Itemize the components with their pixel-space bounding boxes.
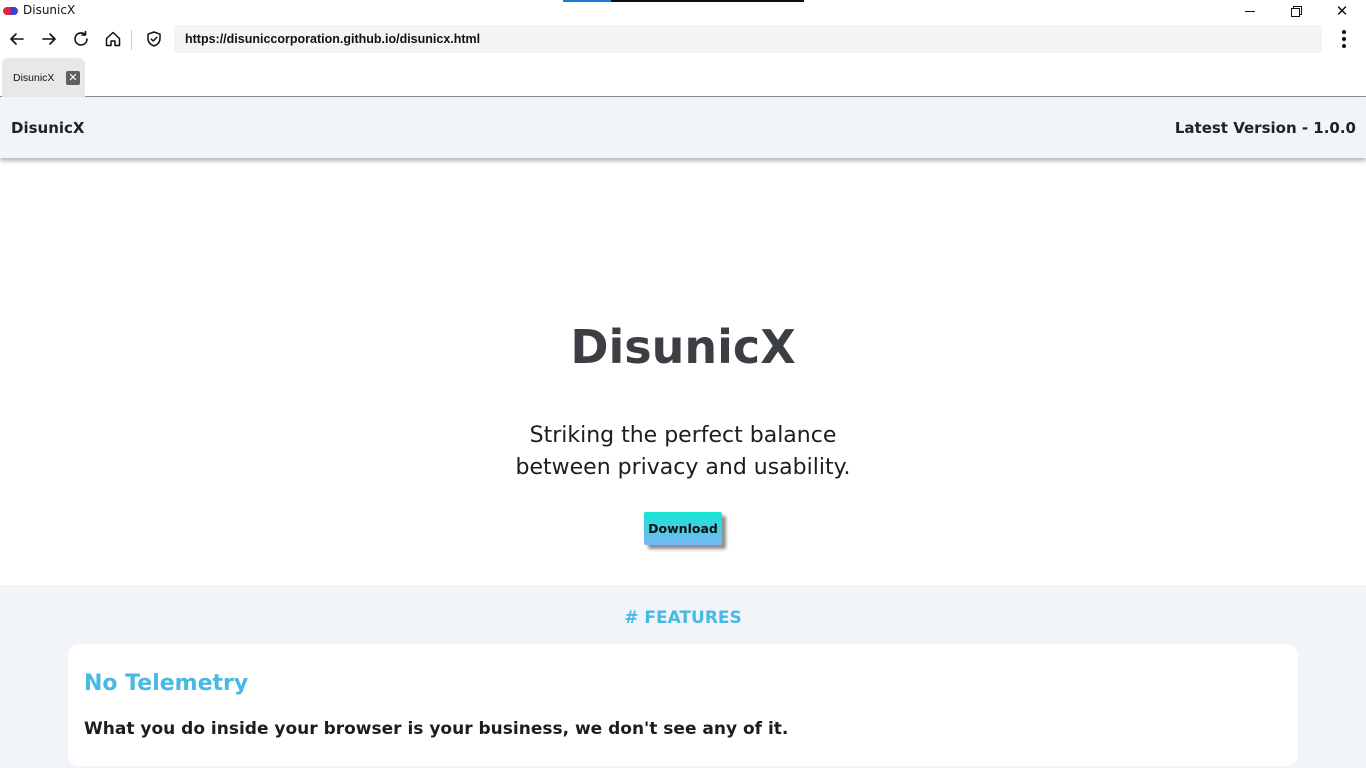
back-button[interactable]	[4, 26, 30, 52]
reload-icon	[74, 30, 88, 46]
feature-card: No Telemetry What you do inside your bro…	[68, 644, 1298, 766]
hero-title: DisunicX	[570, 320, 796, 374]
minimize-icon	[1245, 10, 1255, 12]
reload-button[interactable]	[68, 26, 94, 52]
shield-icon	[147, 31, 161, 47]
site-navbar: DisunicX Latest Version - 1.0.0	[0, 97, 1366, 158]
latest-version-label: Latest Version - 1.0.0	[1174, 119, 1356, 137]
hero-tagline: Striking the perfect balance between pri…	[0, 420, 1366, 484]
close-icon: ✕	[1335, 1, 1349, 20]
download-button[interactable]: Download	[644, 512, 722, 545]
feature-description: What you do inside your browser is your …	[84, 719, 789, 739]
tab-close-icon[interactable]: ✕	[66, 71, 80, 85]
window-titlebar: DisunicX ✕	[0, 0, 1366, 22]
tab-disunicx[interactable]: DisunicX ✕	[2, 58, 85, 97]
kebab-menu-icon	[1342, 30, 1346, 34]
minimize-button[interactable]	[1227, 0, 1273, 22]
site-brand[interactable]: DisunicX	[11, 119, 84, 137]
tagline-line-1: Striking the perfect balance	[529, 423, 837, 448]
browser-menu-button[interactable]	[1333, 26, 1355, 52]
tab-strip: DisunicX ✕	[0, 56, 1366, 97]
close-window-button[interactable]: ✕	[1319, 0, 1365, 22]
site-security-button[interactable]	[141, 26, 167, 52]
feature-title: No Telemetry	[84, 671, 249, 696]
features-heading[interactable]: # FEATURES	[0, 608, 1366, 628]
app-logo-icon	[3, 7, 18, 15]
home-button[interactable]	[100, 26, 126, 52]
tab-label: DisunicX	[13, 72, 55, 84]
forward-arrow-icon	[42, 33, 56, 45]
restore-icon	[1291, 6, 1302, 17]
top-accent-bar	[563, 0, 804, 2]
hero-section: DisunicX Striking the perfect balance be…	[0, 158, 1366, 585]
tagline-line-2: between privacy and usability.	[515, 455, 851, 480]
browser-toolbar: https://disuniccorporation.github.io/dis…	[0, 22, 1366, 56]
restore-button[interactable]	[1273, 0, 1319, 22]
features-section: # FEATURES No Telemetry What you do insi…	[0, 585, 1366, 768]
address-bar[interactable]: https://disuniccorporation.github.io/dis…	[174, 25, 1322, 53]
window-title: DisunicX	[23, 3, 76, 17]
back-arrow-icon	[10, 33, 24, 45]
home-icon	[105, 31, 121, 47]
toolbar-separator	[131, 30, 132, 50]
address-bar-url: https://disuniccorporation.github.io/dis…	[185, 32, 481, 46]
forward-button[interactable]	[36, 26, 62, 52]
